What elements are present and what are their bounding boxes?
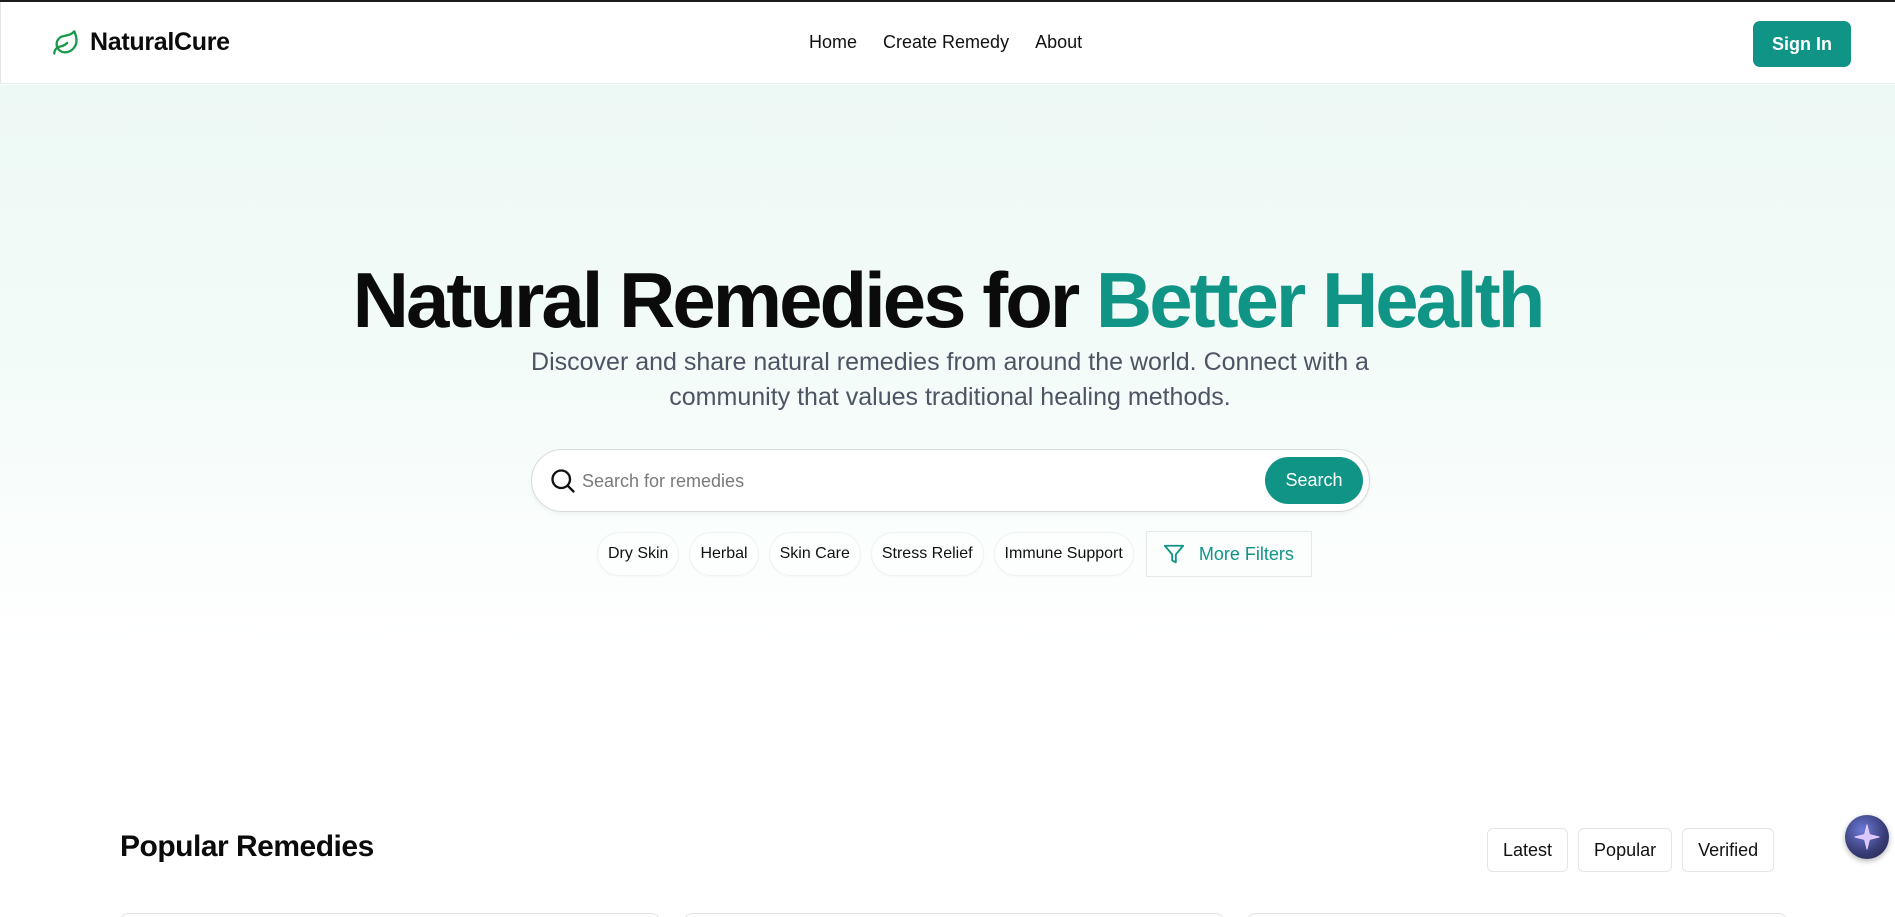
more-filters-button[interactable]: More Filters <box>1145 531 1312 577</box>
remedy-card[interactable] <box>1246 913 1788 917</box>
chip-dry-skin[interactable]: Dry Skin <box>597 532 680 576</box>
hero-title-main: Natural Remedies for <box>352 256 1096 344</box>
search-button[interactable]: Search <box>1265 457 1363 504</box>
nav-create-remedy[interactable]: Create Remedy <box>883 32 1009 53</box>
hero-section: Natural Remedies for Better Health Disco… <box>0 85 1895 645</box>
hero-title: Natural Remedies for Better Health <box>0 255 1895 346</box>
filter-icon <box>1163 544 1184 564</box>
remedy-card[interactable] <box>119 913 661 917</box>
hero-title-accent: Better Health <box>1095 256 1545 344</box>
search-icon <box>551 469 575 493</box>
filter-chips: Dry Skin Herbal Skin Care Stress Relief … <box>597 531 1312 577</box>
hero-subtitle: Discover and share natural remedies from… <box>531 348 1369 411</box>
remedy-card[interactable] <box>683 913 1225 917</box>
chip-herbal[interactable]: Herbal <box>689 532 759 576</box>
tab-popular[interactable]: Popular <box>1578 828 1673 872</box>
search-bar: Search <box>531 449 1370 512</box>
site-header: NaturalCure Home Create Remedy About Sig… <box>0 2 1895 84</box>
nav-about[interactable]: About <box>1035 32 1082 53</box>
sparkle-icon <box>1854 824 1880 850</box>
assistant-button[interactable] <box>1845 815 1889 859</box>
nav-home[interactable]: Home <box>809 32 857 53</box>
main-nav: Home Create Remedy About <box>809 32 1082 53</box>
brand-name: NaturalCure <box>90 28 230 56</box>
search-input[interactable] <box>582 462 1282 500</box>
sort-tabs: Latest Popular Verified <box>1487 828 1775 872</box>
chip-stress-relief[interactable]: Stress Relief <box>870 532 984 576</box>
more-filters-label: More Filters <box>1198 543 1294 564</box>
tab-latest[interactable]: Latest <box>1487 828 1569 872</box>
chip-skin-care[interactable]: Skin Care <box>768 532 861 576</box>
chip-immune-support[interactable]: Immune Support <box>993 532 1134 576</box>
leaf-icon <box>53 29 78 55</box>
brand-logo[interactable]: NaturalCure <box>52 28 230 57</box>
tab-verified[interactable]: Verified <box>1682 828 1775 872</box>
popular-remedies-title: Popular Remedies <box>120 830 374 863</box>
sign-in-button[interactable]: Sign In <box>1753 21 1851 67</box>
